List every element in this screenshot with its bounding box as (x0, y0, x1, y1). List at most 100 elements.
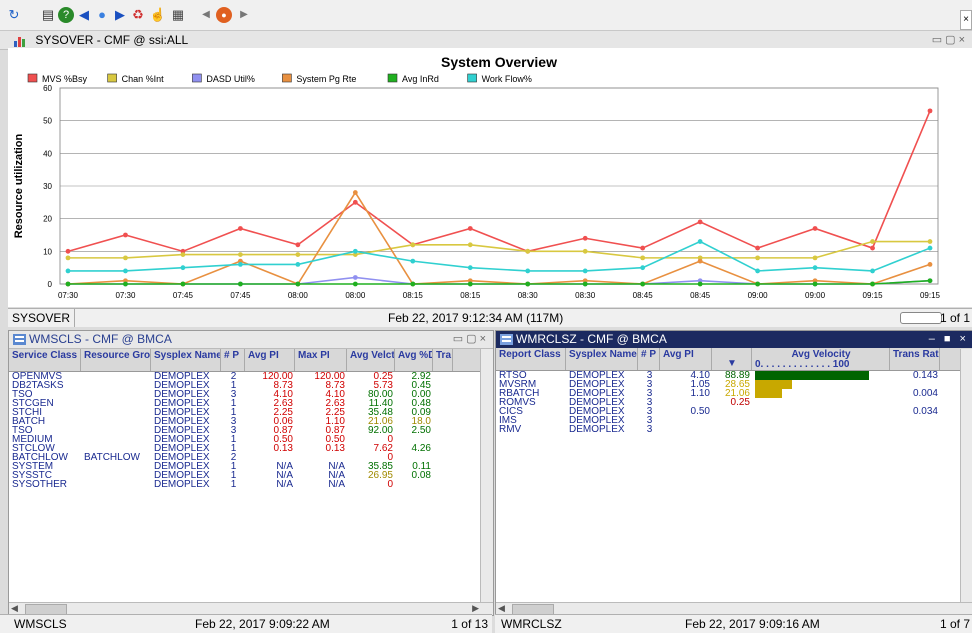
help-icon[interactable]: ? (58, 7, 74, 23)
table-row[interactable]: BATCHLOW BATCHLOW DEMOPLEX 2 0 (9, 453, 493, 462)
table-row[interactable]: MVSRM DEMOPLEX 3 1.05 28.65 (496, 380, 972, 389)
wmscls-vertical-scrollbar[interactable] (480, 349, 493, 603)
wmscls-cell: 80.00 (367, 390, 393, 399)
series-1-point-10 (640, 255, 646, 261)
wmscls-col-header-1[interactable]: Resource Group (81, 349, 151, 371)
wmscls-window-controls[interactable]: ▭▢× (453, 331, 489, 348)
table-row[interactable]: IMS DEMOPLEX 3 (496, 416, 972, 425)
wmrclsz-cell: DEMOPLEX (569, 371, 625, 380)
table-row[interactable]: OPENMVS DEMOPLEX 2 120.00 120.00 0.25 2.92 (9, 372, 493, 381)
wmrclsz-cell: 28.65 (724, 380, 750, 389)
wmscls-col-header-8[interactable]: Tra Ra (433, 349, 453, 371)
wmscls-cell: DEMOPLEX (154, 372, 210, 381)
wmscls-cell: N/A (276, 471, 293, 480)
table-row[interactable]: DB2TASKS DEMOPLEX 1 8.73 8.73 5.73 0.45 (9, 381, 493, 390)
wmscls-col-header-3[interactable]: # P (221, 349, 245, 371)
series-1-point-9 (582, 248, 588, 254)
wmscls-cell: DEMOPLEX (154, 435, 210, 444)
wmrclsz-cell (712, 425, 752, 434)
table-row[interactable]: CICS DEMOPLEX 3 0.50 0.034 (496, 407, 972, 416)
wmrclsz-col-header-5[interactable]: Avg Velocity 0. . . . . . . . . . . . . 1… (752, 348, 890, 370)
wmscls-cell: BATCH (12, 417, 46, 426)
table-row[interactable]: ROMVS DEMOPLEX 3 0.25 (496, 398, 972, 407)
wmscls-cell: 4.10 (273, 390, 293, 399)
legend-label-1: Chan %Int (122, 74, 165, 84)
table-row[interactable]: STCGEN DEMOPLEX 1 2.63 2.63 11.40 0.48 (9, 399, 493, 408)
wmscls-status-pages: 1 of 13 (451, 617, 488, 631)
print-icon[interactable]: ▤ (40, 7, 56, 23)
table-row[interactable]: TSO DEMOPLEX 3 0.87 0.87 92.00 2.50 (9, 426, 493, 435)
table-row[interactable]: STCHI DEMOPLEX 1 2.25 2.25 35.48 0.09 (9, 408, 493, 417)
table-row[interactable]: RTSO DEMOPLEX 3 4.10 88.89 0.143 (496, 371, 972, 380)
wmrclsz-cell: 0.034 (912, 407, 938, 416)
table-row[interactable]: BATCH DEMOPLEX 3 0.06 1.10 21.06 18.0 (9, 417, 493, 426)
wmscls-col-header-4[interactable]: Avg PI (245, 349, 295, 371)
wmrclsz-vertical-scrollbar[interactable] (960, 349, 972, 603)
wmscls-col-header-5[interactable]: Max PI (295, 349, 347, 371)
table-row[interactable]: STCLOW DEMOPLEX 1 0.13 0.13 7.62 4.26 (9, 444, 493, 453)
wmscls-cell (395, 453, 433, 462)
wmscls-col-header-6[interactable]: Avg Velcty (347, 349, 395, 371)
wmscls-col-header-0[interactable]: Service Class (9, 349, 81, 371)
table-row[interactable]: RMV DEMOPLEX 3 (496, 425, 972, 434)
table-row[interactable]: RBATCH DEMOPLEX 3 1.10 21.06 0.004 (496, 389, 972, 398)
table-row[interactable]: SYSTEM DEMOPLEX 1 N/A N/A 35.85 0.11 (9, 462, 493, 471)
wmscls-cell: 2.63 (325, 399, 345, 408)
series-4-point-10 (640, 281, 646, 287)
series-4-point-2 (180, 281, 186, 287)
recycle-icon[interactable]: ♻ (130, 7, 146, 23)
wmscls-col-header-7[interactable]: Avg %Dly (395, 349, 433, 371)
sort-icon[interactable]: ▼ (712, 348, 752, 370)
wmscls-cell: STCHI (12, 408, 42, 417)
series-0-point-3 (238, 226, 243, 231)
wmrclsz-col-header-2[interactable]: # P (638, 348, 660, 370)
wmrclsz-cell: 3 (646, 389, 653, 398)
series-0-point-11 (697, 219, 703, 225)
x-tick-8: 08:30 (518, 291, 539, 300)
wmrclsz-col-header-3[interactable]: Avg PI (660, 348, 712, 370)
zoom-slider[interactable] (900, 312, 942, 324)
forward-arrow-icon[interactable]: ▶ (112, 7, 128, 23)
calculator-icon[interactable]: ▦ (170, 7, 186, 23)
table-row[interactable]: SYSSTC DEMOPLEX 1 N/A N/A 26.95 0.08 (9, 471, 493, 480)
series-5-point-6 (410, 258, 416, 264)
back-arrow-icon[interactable]: ◀ (76, 7, 92, 23)
series-1-point-1 (123, 255, 128, 261)
scroll-left-icon[interactable]: ◀ (11, 603, 18, 614)
prev-arrow-icon[interactable]: ◀ (198, 7, 214, 23)
x-tick-2: 07:45 (173, 291, 194, 300)
wmscls-cell (245, 453, 295, 462)
wmscls-cell: 8.73 (273, 381, 293, 390)
series-4-point-9 (582, 281, 588, 287)
next-arrow-icon[interactable]: ▶ (236, 7, 252, 23)
wmscls-col-header-2[interactable]: Sysplex Name (151, 349, 221, 371)
wmscls-cell: 2.63 (273, 399, 293, 408)
velocity-bar (755, 389, 782, 398)
series-4-point-4 (295, 281, 301, 287)
table-row[interactable]: TSO DEMOPLEX 3 4.10 4.10 80.00 0.00 (9, 390, 493, 399)
wmscls-cell: 0.11 (412, 462, 431, 471)
wmrclsz-col-header-0[interactable]: Report Class (496, 348, 566, 370)
cursor-icon[interactable]: ☝ (150, 7, 166, 23)
refresh-icon[interactable]: ↻ (6, 7, 22, 23)
circle-icon[interactable]: ● (94, 7, 110, 23)
table-row[interactable]: MEDIUM DEMOPLEX 1 0.50 0.50 0 (9, 435, 493, 444)
wmscls-cell: DEMOPLEX (154, 480, 210, 489)
wmrclsz-col-header-6[interactable]: Trans Rate (890, 348, 940, 370)
stop-icon[interactable]: ● (216, 7, 232, 23)
wmscls-cell: 1 (230, 480, 237, 489)
scroll-left-icon[interactable]: ◀ (498, 603, 505, 614)
wmrclsz-col-header-1[interactable]: Sysplex Name (566, 348, 638, 370)
avg-velocity-scale: 0. . . . . . . . . . . . . 100 (755, 359, 850, 370)
main-window-title: SYSOVER - CMF @ ssi:ALL (35, 33, 189, 47)
wmrclsz-cell: RBATCH (499, 389, 540, 398)
window-controls[interactable]: ▭▢× (932, 31, 968, 49)
wmscls-cell (81, 444, 151, 453)
scroll-right-icon[interactable]: ▶ (472, 603, 479, 614)
y-tick-10: 10 (43, 247, 52, 256)
close-icon[interactable]: × (960, 10, 972, 30)
table-row[interactable]: SYSOTHER DEMOPLEX 1 N/A N/A 0 (9, 480, 493, 489)
wmscls-titlebar: WMSCLS - CMF @ BMCA ▭▢× (9, 331, 493, 349)
wmrclsz-window-controls[interactable]: – ■ × (929, 331, 969, 348)
wmscls-cell: OPENMVS (12, 372, 63, 381)
